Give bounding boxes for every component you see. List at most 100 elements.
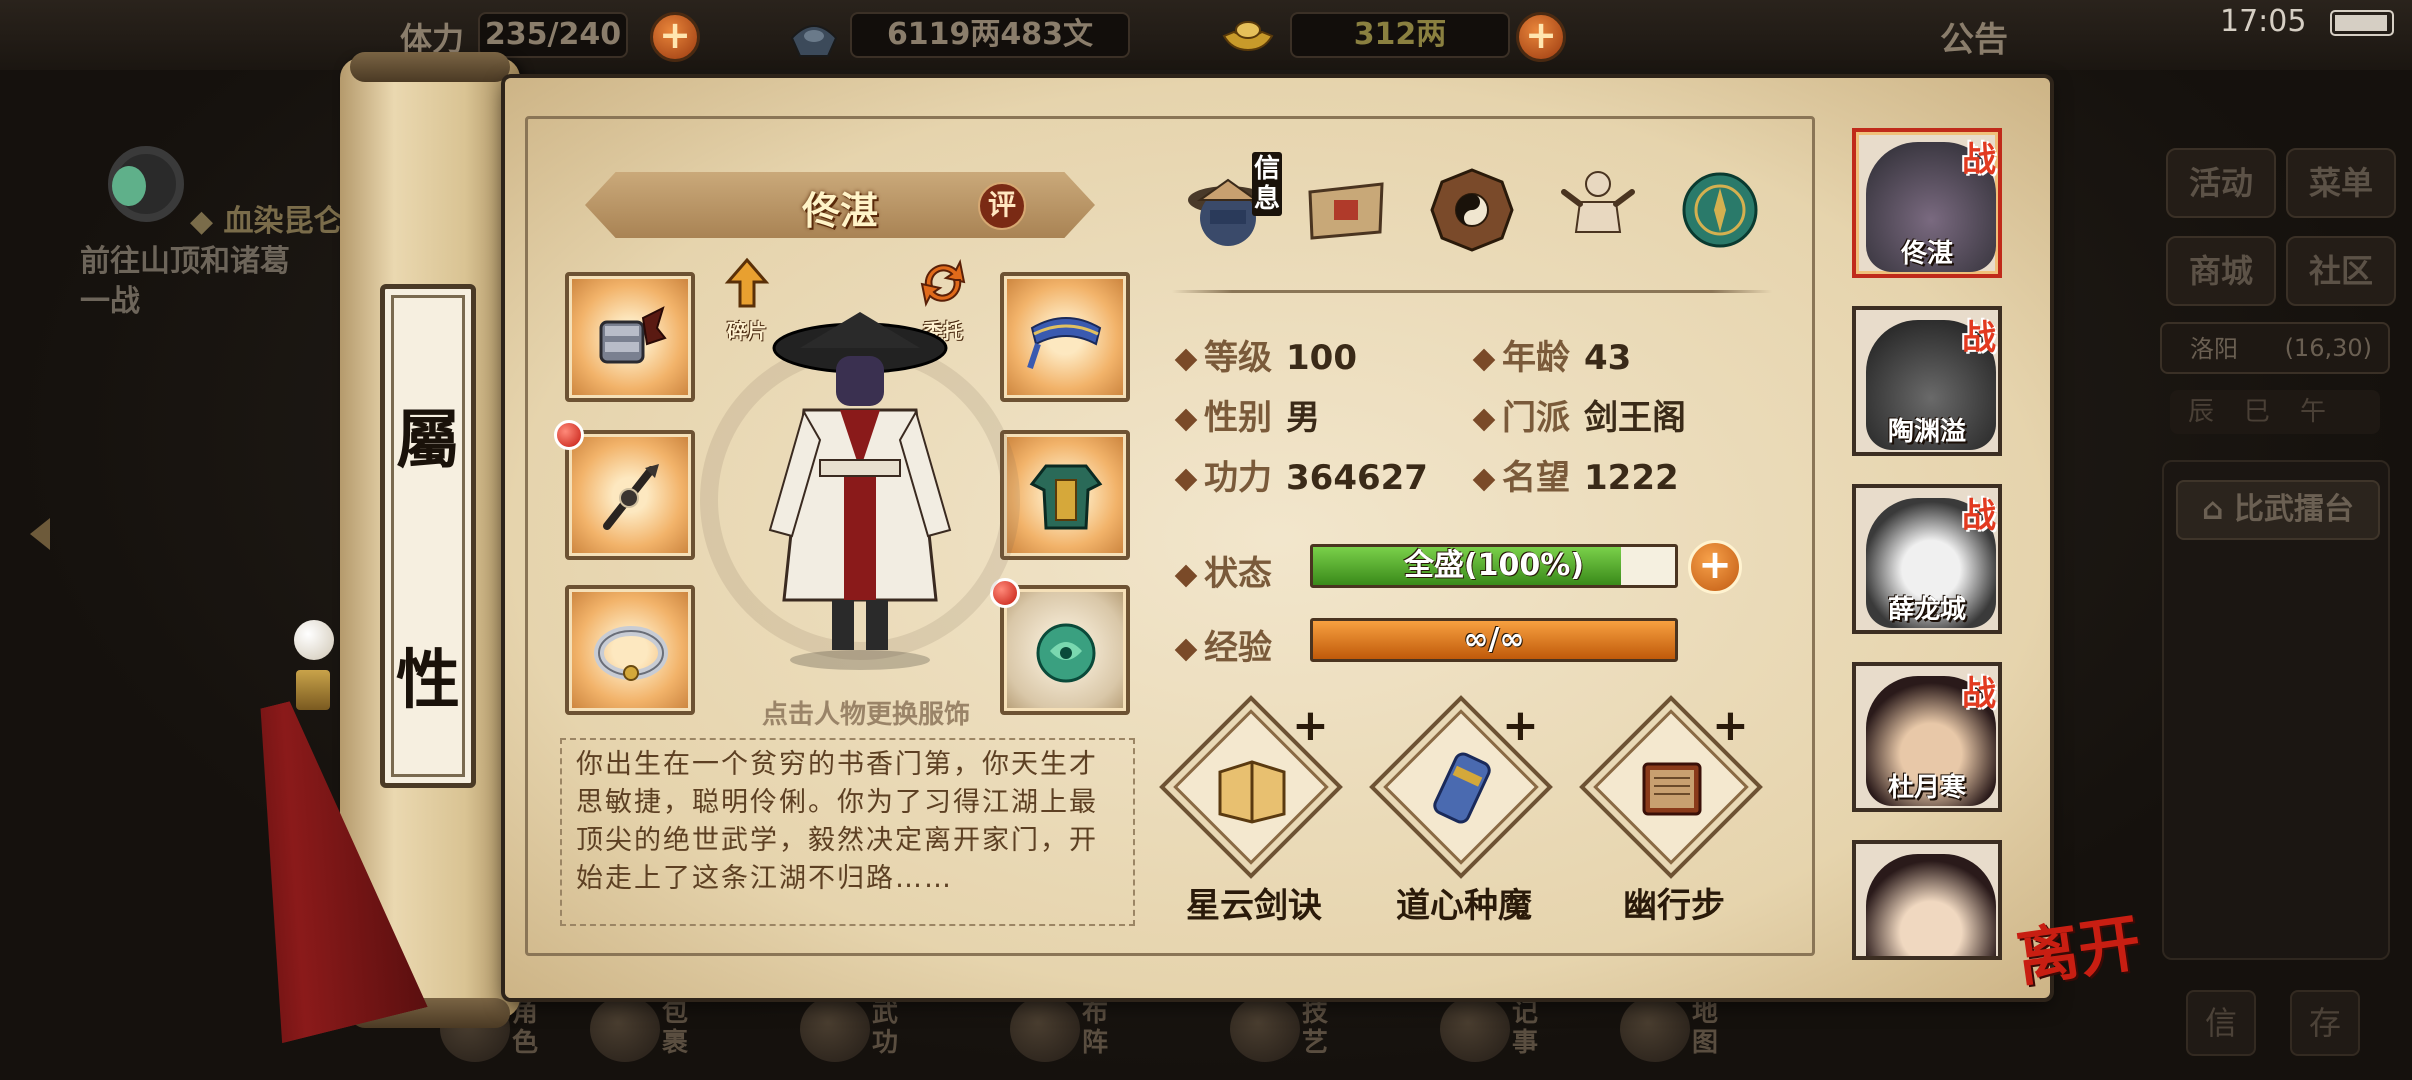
skill-name: 幽行步	[1623, 886, 1725, 926]
event-panel: ⌂ 比武擂台	[2162, 460, 2390, 960]
stats-divider	[1172, 290, 1772, 293]
team-member-name: 杜月寒	[1887, 773, 1966, 803]
add-skill-plus-icon[interactable]: +	[1712, 700, 1749, 751]
skill-slot-1[interactable]: + 星云剑诀	[1159, 695, 1344, 932]
menu-button[interactable]: 菜单	[2286, 148, 2396, 218]
tap-to-change-outfit-hint: 点击人物更换服饰	[761, 700, 970, 730]
save-button[interactable]: 存	[2290, 990, 2360, 1056]
exp-bar-text: ∞/∞	[1463, 622, 1525, 657]
nav-label: 包裹	[662, 998, 689, 1058]
equip-slot-ring[interactable]	[565, 585, 695, 715]
mail-button[interactable]: 信	[2186, 990, 2256, 1056]
activity-button[interactable]: 活动	[2166, 148, 2276, 218]
team-member-1[interactable]: 战 佟湛	[1852, 128, 2002, 278]
stat-power-value: 364627	[1286, 458, 1428, 498]
new-item-badge	[554, 420, 584, 450]
team-member-5[interactable]	[1852, 840, 2002, 960]
equip-slot-gauntlet[interactable]	[565, 272, 695, 402]
nav-label: 技艺	[1302, 998, 1329, 1058]
stamina-value: 235/240	[484, 17, 622, 52]
stat-status-label: 状态	[1174, 546, 1272, 595]
quest-title-text: 血染昆仑	[223, 204, 344, 239]
status-label-text: 状态	[1204, 554, 1272, 594]
gold-ingot-icon	[1222, 21, 1274, 52]
skill-manual-icon	[1642, 762, 1702, 816]
in-battle-badge: 战	[1962, 140, 1996, 180]
stat-gender: 性别男	[1174, 390, 1320, 439]
stat-sect: 门派 剑王阁	[1472, 390, 1686, 439]
community-button[interactable]: 社区	[2286, 236, 2396, 306]
stat-fame: 名望 1222	[1472, 450, 1679, 499]
restore-status-button[interactable]: +	[1688, 540, 1742, 594]
stat-level: 等级 100	[1174, 330, 1357, 379]
avatar	[1866, 854, 1996, 956]
team-member-3[interactable]: 战 薛龙城	[1852, 484, 2002, 634]
shop-button[interactable]: 商城	[2166, 236, 2276, 306]
stat-age: 年龄 43	[1472, 330, 1632, 379]
tab-char-1: 屬	[396, 403, 460, 478]
team-member-name: 佟湛	[1900, 239, 1953, 269]
team-member-2[interactable]: 战 陶渊溢	[1852, 306, 2002, 456]
nav-label: 布阵	[1082, 998, 1109, 1058]
add-skill-plus-icon[interactable]: +	[1502, 700, 1539, 751]
nav-label: 地图	[1692, 998, 1719, 1058]
leave-button[interactable]: 离开	[2010, 892, 2145, 998]
add-stamina-button[interactable]: +	[650, 12, 700, 62]
status-clock: 17:05	[2220, 4, 2307, 39]
arena-button[interactable]: ⌂ 比武擂台	[2176, 480, 2380, 540]
quest-tracker-icon[interactable]	[108, 146, 184, 222]
tab-body-meridian-icon[interactable]	[1550, 162, 1646, 258]
time-of-day-strip: 辰巳午	[2170, 390, 2380, 434]
tab-bagua-icon[interactable]	[1424, 162, 1520, 258]
team-member-4[interactable]: 战 杜月寒	[1852, 662, 2002, 812]
skill-slot-3[interactable]: + 幽行步	[1579, 695, 1764, 932]
quest-title: ◆ 血染昆仑	[190, 204, 344, 239]
add-skill-plus-icon[interactable]: +	[1292, 700, 1329, 751]
stat-age-label: 年龄	[1502, 338, 1570, 378]
location-display[interactable]: 洛阳 (16,30)	[2160, 322, 2390, 374]
armor-icon	[1029, 464, 1103, 530]
team-member-name: 陶渊溢	[1887, 417, 1966, 447]
stat-fame-value: 1222	[1584, 458, 1679, 498]
map-nav-icon	[1620, 996, 1690, 1062]
stat-fame-label: 名望	[1502, 458, 1570, 498]
add-gold-button[interactable]: +	[1516, 12, 1566, 62]
side-collapse-arrow-icon[interactable]	[30, 518, 50, 550]
tab-scroll-icon[interactable]	[1298, 162, 1394, 258]
gold-display: 312两	[1222, 12, 1510, 58]
status-bar-text: 全盛(100%)	[1403, 548, 1585, 583]
location-coords: (16,30)	[2284, 334, 2372, 362]
rate-button[interactable]: 评	[978, 182, 1026, 230]
weapon-icon	[603, 464, 659, 530]
tab-attributes[interactable]: 屬 性	[380, 284, 476, 788]
in-battle-badge: 战	[1962, 674, 1996, 714]
tab-compass-icon[interactable]	[1672, 162, 1768, 258]
quest-desc-2: 一战	[80, 284, 140, 319]
money-display: 6119两483文	[790, 12, 1130, 58]
stat-gender-label: 性别	[1204, 398, 1272, 438]
hero-portrait[interactable]	[740, 300, 980, 680]
tassel-bead	[294, 620, 334, 660]
stat-power: 功力 364627	[1174, 450, 1428, 499]
stat-age-value: 43	[1584, 338, 1632, 378]
skills-nav-icon	[1230, 996, 1300, 1062]
status-bar: 全盛(100%)	[1310, 544, 1678, 588]
headband-icon	[1027, 317, 1102, 369]
bag-nav-icon	[590, 996, 660, 1062]
stat-gender-value: 男	[1286, 398, 1320, 438]
gauntlet-icon	[599, 306, 667, 364]
skill-slot-2[interactable]: + 道心种魔	[1369, 695, 1554, 932]
stat-sect-value: 剑王阁	[1584, 398, 1686, 438]
stat-sect-label: 门派	[1502, 398, 1570, 438]
skill-book-icon	[1218, 760, 1286, 824]
nav-label: 记事	[1512, 998, 1539, 1058]
money-icon	[790, 25, 838, 57]
stat-power-label: 功力	[1204, 458, 1272, 498]
martial-nav-icon	[800, 996, 870, 1062]
equip-slot-weapon[interactable]	[565, 430, 695, 560]
stat-level-value: 100	[1286, 338, 1357, 378]
in-battle-badge: 战	[1962, 318, 1996, 358]
arena-label: 比武擂台	[2233, 492, 2354, 527]
equip-slot-headband[interactable]	[1000, 272, 1130, 402]
announcement-button[interactable]: 公告	[1940, 12, 2008, 61]
